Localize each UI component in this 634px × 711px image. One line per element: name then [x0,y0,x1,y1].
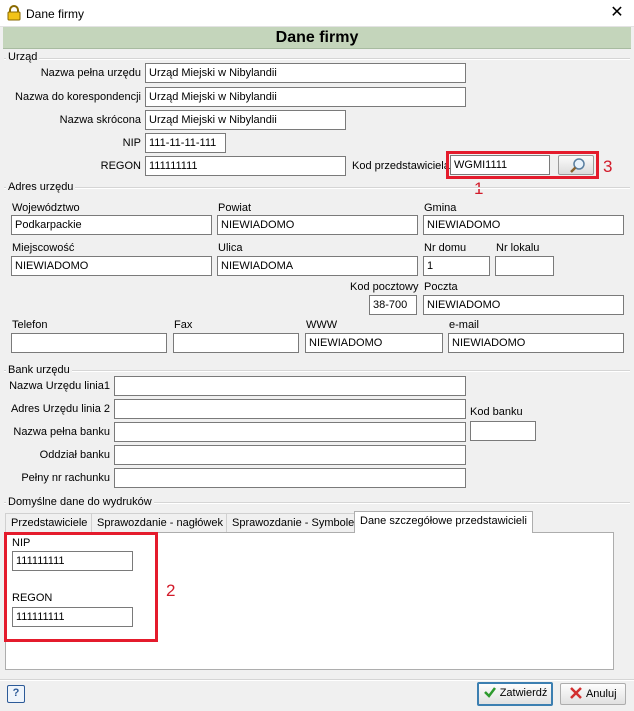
oddzial-label: Oddział banku [39,449,110,461]
nazwa-pelna-label: Nazwa pełna urzędu [40,67,141,79]
nazwa-kor-input[interactable]: Urząd Miejski w Nibylandii [145,87,466,107]
nazwa-banku-label: Nazwa pełna banku [13,426,110,438]
search-button[interactable] [558,155,594,175]
email-input[interactable]: NIEWIADOMO [448,333,624,353]
tab-nip-input[interactable]: 111111111 [12,551,133,571]
cancel-label: Anuluj [585,688,617,700]
footer-divider [0,679,634,681]
regon-label: REGON [100,160,141,172]
wojewodztwo-label: Województwo [12,202,80,214]
oddzial-input[interactable] [114,445,466,465]
tab-nip-label: NIP [12,537,31,549]
annotation-3: 3 [603,157,613,176]
powiat-label: Powiat [218,202,252,214]
ulica-label: Ulica [218,242,243,254]
tab-regon-label: REGON [12,592,53,604]
fax-label: Fax [174,319,193,331]
tab-przedstawiciele[interactable]: Przedstawiciele [5,513,94,533]
annotation-1: 1 [474,179,484,198]
title-bar: Dane firmy ✕ [0,0,634,27]
regon-input[interactable]: 111111111 [145,156,346,176]
wojewodztwo-input[interactable]: Podkarpackie [11,215,212,235]
page-title: Dane firmy [3,27,631,49]
rachunek-input[interactable] [114,468,466,488]
group-label-adres: Adres urzędu [6,181,76,193]
telefon-input[interactable] [11,333,167,353]
poczta-label: Poczta [424,281,458,293]
kod-przedst-label: Kod przedstawiciela [352,160,450,172]
linia1-label: Nazwa Urzędu linia1 [9,380,110,392]
email-label: e-mail [449,319,479,331]
ulica-input[interactable]: NIEWIADOMA [217,256,418,276]
linia2-label: Adres Urzędu linia 2 [10,403,110,415]
group-label-urzad: Urząd [6,51,40,63]
group-label-bank: Bank urzędu [6,364,72,376]
tab-sprawozdanie-naglowek[interactable]: Sprawozdanie - nagłówek [91,513,229,533]
kod-pocztowy-label: Kod pocztowy [350,281,419,293]
miejscowosc-input[interactable]: NIEWIADOMO [11,256,212,276]
group-divider [4,187,630,189]
cancel-button[interactable]: Anuluj [560,683,626,705]
poczta-input[interactable]: NIEWIADOMO [423,295,624,315]
www-label: WWW [306,319,338,331]
nr-domu-input[interactable]: 1 [423,256,490,276]
kod-banku-label: Kod banku [470,406,523,418]
tab-dane-szczegolowe[interactable]: Dane szczegółowe przedstawicieli [354,511,533,533]
gmina-label: Gmina [424,202,457,214]
ok-label: Zatwierdź [499,687,548,699]
window-title: Dane firmy [26,7,85,21]
nazwa-kor-label: Nazwa do korespondencji [15,91,141,103]
lock-icon [7,5,21,21]
gmina-input[interactable]: NIEWIADOMO [423,215,624,235]
group-label-wydruki: Domyślne dane do wydruków [6,496,154,508]
nazwa-skr-input[interactable]: Urząd Miejski w Nibylandii [145,110,346,130]
nazwa-banku-input[interactable] [114,422,466,442]
nr-lokalu-label: Nr lokalu [496,242,540,254]
check-icon [483,687,496,698]
linia2-input[interactable] [114,399,466,419]
x-icon [570,687,583,699]
ok-button[interactable]: Zatwierdź [477,682,553,706]
magnifier-icon [570,158,585,173]
tab-regon-input[interactable]: 111111111 [12,607,133,627]
annotation-2: 2 [166,581,176,600]
kod-banku-input[interactable] [470,421,536,441]
fax-input[interactable] [173,333,299,353]
close-button[interactable]: ✕ [604,3,630,23]
powiat-input[interactable]: NIEWIADOMO [217,215,418,235]
nazwa-pelna-input[interactable]: Urząd Miejski w Nibylandii [145,63,466,83]
nazwa-skr-label: Nazwa skrócona [59,114,141,126]
miejscowosc-label: Miejscowość [12,242,75,254]
kod-przedst-input[interactable]: WGMI1111 [450,155,550,175]
help-button[interactable]: ? [7,685,25,703]
question-icon: ? [12,687,20,699]
nip-input[interactable]: 111-11-11-111 [145,133,226,153]
kod-pocztowy-input[interactable]: 38-700 [369,295,417,315]
www-input[interactable]: NIEWIADOMO [305,333,443,353]
group-divider [4,370,630,372]
linia1-input[interactable] [114,376,466,396]
telefon-label: Telefon [12,319,48,331]
nr-lokalu-input[interactable] [495,256,554,276]
group-divider [4,58,630,60]
nr-domu-label: Nr domu [424,242,467,254]
rachunek-label: Pełny nr rachunku [21,472,110,484]
nip-label: NIP [122,137,141,149]
tab-sprawozdanie-symbole[interactable]: Sprawozdanie - Symbole [226,513,361,533]
